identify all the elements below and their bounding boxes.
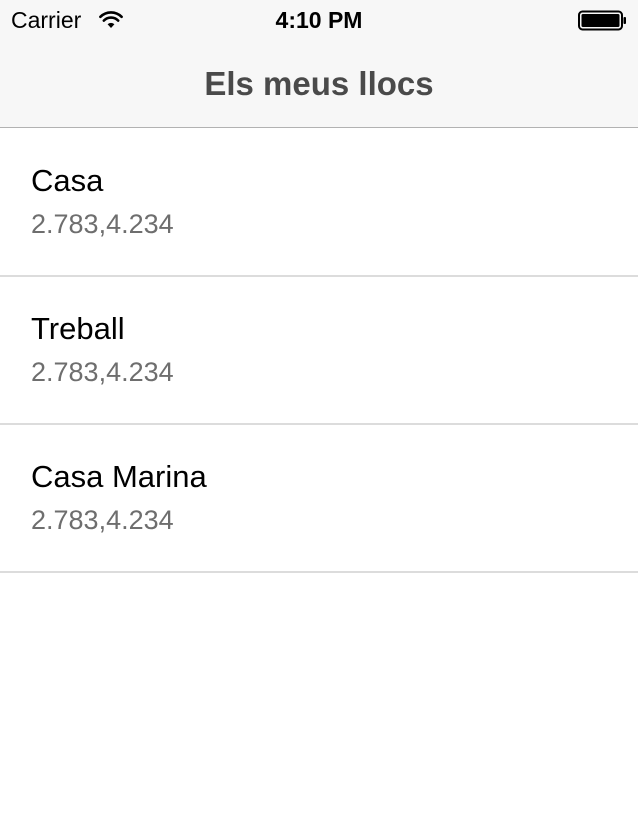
- place-coordinates: 2.783,4.234: [31, 209, 174, 239]
- place-name: Casa: [31, 163, 104, 198]
- clock-time: 4:10 PM: [275, 7, 363, 33]
- place-coordinates: 2.783,4.234: [31, 505, 174, 535]
- list-item[interactable]: Treball 2.783,4.234: [0, 277, 638, 425]
- navigation-header: Carrier 4:10 PM Els meus llocs: [0, 0, 638, 128]
- page-title: Els meus llocs: [204, 65, 434, 102]
- place-name: Casa Marina: [31, 459, 207, 494]
- status-bar: Carrier 4:10 PM: [0, 0, 638, 40]
- screen: Carrier 4:10 PM Els meus llocs Casa 2.78…: [0, 0, 638, 838]
- places-list: Casa 2.783,4.234 Treball 2.783,4.234 Cas…: [0, 129, 638, 573]
- place-coordinates: 2.783,4.234: [31, 357, 174, 387]
- list-item[interactable]: Casa Marina 2.783,4.234: [0, 425, 638, 573]
- battery-icon: [578, 10, 626, 31]
- list-item[interactable]: Casa 2.783,4.234: [0, 129, 638, 277]
- place-name: Treball: [31, 311, 125, 346]
